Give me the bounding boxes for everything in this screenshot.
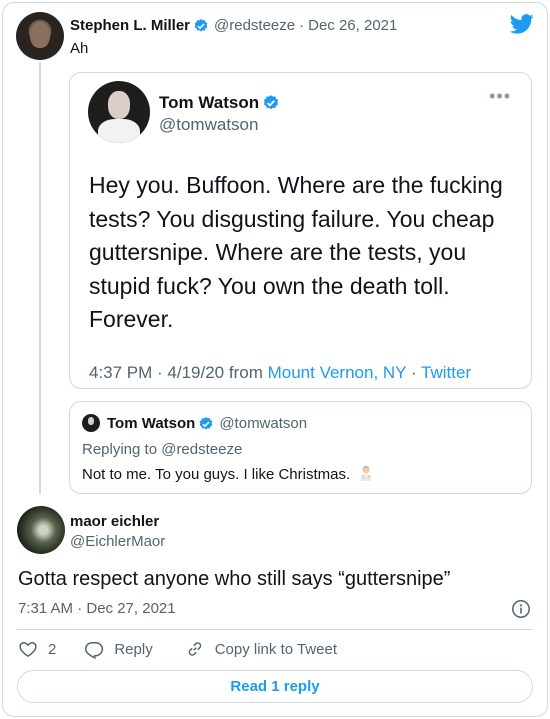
- divider: [17, 629, 533, 630]
- avatar[interactable]: [82, 414, 100, 432]
- twitter-bird-icon[interactable]: [510, 14, 534, 34]
- verified-badge-icon: [194, 18, 208, 32]
- reply-tweet-text: Not to me. To you guys. I like Christmas…: [82, 465, 374, 483]
- maor-tweet-text: Gotta respect anyone who still says “gut…: [18, 568, 451, 590]
- like-button[interactable]: 2: [18, 639, 56, 659]
- maor-author-row: maor eichler: [70, 513, 159, 530]
- info-icon[interactable]: [511, 599, 531, 619]
- quoted-tweet-card[interactable]: Tom Watson @tomwatson ••• Hey you. Buffo…: [69, 72, 532, 389]
- maor-author-handle[interactable]: @EichlerMaor: [70, 533, 165, 550]
- reply-author-row: Tom Watson @tomwatson: [107, 415, 307, 432]
- quoted-tweet-meta: 4:37 PM · 4/19/20 from Mount Vernon, NY …: [89, 363, 471, 383]
- reply-button[interactable]: Reply: [84, 639, 153, 659]
- like-count: 2: [48, 640, 57, 658]
- avatar[interactable]: [16, 12, 64, 60]
- avatar[interactable]: [88, 81, 150, 143]
- reply-bubble-icon: [85, 642, 104, 659]
- avatar[interactable]: [17, 506, 65, 554]
- quoted-author-row: Tom Watson: [159, 93, 280, 113]
- read-replies-button[interactable]: Read 1 reply: [17, 670, 533, 703]
- link-icon: [188, 642, 201, 656]
- reply-author-name[interactable]: Tom Watson: [107, 415, 195, 432]
- reply-label: Reply: [114, 640, 153, 658]
- maor-author-name[interactable]: maor eichler: [70, 513, 159, 530]
- author-name[interactable]: Stephen L. Miller: [70, 17, 190, 34]
- tweet-text: Ah: [70, 40, 89, 57]
- separator-dot: ·: [299, 17, 305, 34]
- reply-text-body: Not to me. To you guys. I like Christmas…: [82, 466, 351, 483]
- verified-badge-icon: [263, 95, 279, 110]
- copy-link-label: Copy link to Tweet: [214, 640, 337, 658]
- quoted-author-handle[interactable]: @tomwatson: [159, 115, 258, 135]
- reply-tweet-card[interactable]: Tom Watson @tomwatson Replying to @redst…: [69, 401, 532, 494]
- maor-tweet-timestamp[interactable]: 7:31 AM · Dec 27, 2021: [18, 600, 176, 617]
- verified-badge-icon: [199, 416, 213, 430]
- more-options-icon[interactable]: •••: [489, 87, 511, 105]
- heart-icon: [19, 641, 37, 657]
- quoted-tweet-time: 4:37 PM · 4/19/20 from: [89, 363, 263, 382]
- quoted-author-name[interactable]: Tom Watson: [159, 93, 259, 113]
- quoted-tweet-text: Hey you. Buffoon. Where are the fucking …: [89, 172, 503, 332]
- copy-link-button[interactable]: Copy link to Tweet: [185, 639, 337, 659]
- reply-author-handle[interactable]: @tomwatson: [219, 415, 307, 432]
- tweet-actions: 2 Reply Copy link to Tweet: [18, 639, 369, 659]
- author-row: Stephen L. Miller @redsteeze · Dec 26, 2…: [70, 17, 397, 34]
- replying-to-label: Replying to @redsteeze: [82, 441, 243, 458]
- tweet-date[interactable]: Dec 26, 2021: [308, 17, 397, 34]
- thread-line: [39, 62, 41, 494]
- author-handle[interactable]: @redsteeze: [214, 17, 295, 34]
- meta-separator: ·: [410, 363, 417, 382]
- location-link[interactable]: Mount Vernon, NY: [268, 363, 407, 382]
- person-gesturing-emoji-icon: [361, 466, 372, 481]
- source-link[interactable]: Twitter: [421, 363, 471, 382]
